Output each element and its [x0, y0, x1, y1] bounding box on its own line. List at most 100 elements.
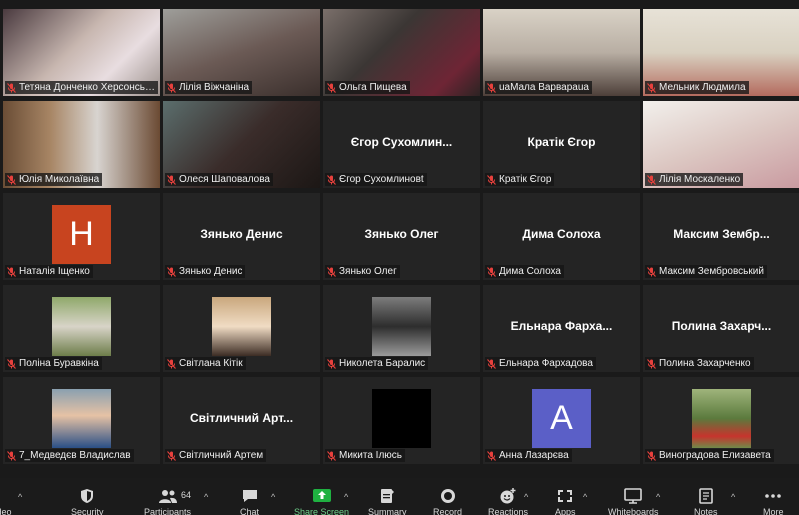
participant-display-name: Максим Зембр...	[673, 227, 770, 241]
participant-name-tag: Зянько Денис	[165, 265, 246, 278]
participant-tile[interactable]: H Наталія Іщенко	[3, 193, 160, 280]
participant-name-tag: Світлана Кітік	[165, 357, 246, 370]
participant-name: Анна Лазарєва	[499, 450, 569, 461]
muted-mic-icon	[167, 450, 176, 461]
participant-name-tag: Мельник Людмила	[645, 81, 749, 94]
reactions-button[interactable]: Reactions	[488, 488, 528, 515]
participant-tile[interactable]: Олеся Шаповалова	[163, 101, 320, 188]
participant-name: Юлія Миколаївна	[19, 174, 100, 185]
participant-tile[interactable]: Микита Ілюсь	[323, 377, 480, 464]
muted-mic-icon	[7, 450, 16, 461]
reactions-caret-icon[interactable]: ^	[524, 492, 528, 502]
apps-button[interactable]: Apps	[555, 488, 576, 515]
participant-tile[interactable]: A Анна Лазарєва	[483, 377, 640, 464]
muted-mic-icon	[487, 174, 496, 185]
avatar	[212, 297, 271, 356]
participant-tile[interactable]: Єгор Сухомлин... Єгор Сухомлиновt	[323, 101, 480, 188]
participant-display-name: Зянько Денис	[200, 227, 283, 241]
video-label: ideo	[0, 507, 12, 515]
participants-count: 64	[181, 490, 192, 500]
participant-name-tag: Лілія Москаленко	[645, 173, 744, 186]
participant-tile[interactable]: 7_Медведєв Владислав	[3, 377, 160, 464]
participant-tile[interactable]: Дима Солоха Дима Солоха	[483, 193, 640, 280]
participant-name: Світличний Артем	[179, 450, 264, 461]
participant-name: Микита Ілюсь	[339, 450, 403, 461]
whiteboards-label: Whiteboards	[608, 507, 659, 515]
whiteboards-caret-icon[interactable]: ^	[656, 492, 660, 502]
participant-name-tag: Олеся Шаповалова	[165, 173, 273, 186]
participant-name: Полина Захарченко	[659, 358, 751, 369]
muted-mic-icon	[647, 174, 656, 185]
participant-name: 7_Медведєв Владислав	[19, 450, 131, 461]
participant-tile[interactable]: Лілія Віжчаніна	[163, 9, 320, 96]
chat-icon	[242, 490, 257, 502]
video-button[interactable]: ideo	[0, 488, 12, 515]
muted-mic-icon	[167, 358, 176, 369]
participant-name-tag: Дима Солоха	[485, 265, 564, 278]
muted-mic-icon	[167, 174, 176, 185]
participant-name: Олеся Шаповалова	[179, 174, 270, 185]
notes-caret-icon[interactable]: ^	[731, 492, 735, 502]
participant-name: Зянько Денис	[179, 266, 243, 277]
more-button[interactable]: More	[763, 488, 784, 515]
record-icon	[440, 489, 455, 503]
participant-name: Лілія Москаленко	[659, 174, 741, 185]
participant-tile[interactable]: Максим Зембр... Максим Зембровський	[643, 193, 799, 280]
summary-label: Summary	[368, 507, 407, 515]
participant-name-tag: Анна Лазарєва	[485, 449, 572, 462]
avatar-letter: H	[52, 205, 111, 264]
participant-tile[interactable]: Лілія Москаленко	[643, 101, 799, 188]
chat-button[interactable]: Chat	[240, 488, 259, 515]
participant-tile[interactable]: Світлана Кітік	[163, 285, 320, 372]
participant-tile[interactable]: Тетяна Донченко Херсонська ...	[3, 9, 160, 96]
notes-button[interactable]: Notes	[694, 488, 718, 515]
share-screen-button[interactable]: Share Screen	[294, 488, 349, 515]
participant-tile[interactable]: Світличний Арт... Світличний Артем	[163, 377, 320, 464]
muted-mic-icon	[327, 266, 336, 277]
participant-tile[interactable]: uaMaла Варвараua	[483, 9, 640, 96]
participant-name: Ольга Пищева	[339, 82, 407, 93]
participant-tile[interactable]: Николета Баралис	[323, 285, 480, 372]
chat-caret-icon[interactable]: ^	[271, 492, 275, 502]
video-caret-icon[interactable]: ^	[18, 492, 22, 502]
participants-icon	[158, 490, 177, 503]
participant-tile[interactable]: Поліна Буравкіна	[3, 285, 160, 372]
participant-name-tag: Лілія Віжчаніна	[165, 81, 253, 94]
security-button[interactable]: Security	[71, 488, 104, 515]
participant-name: Поліна Буравкіна	[19, 358, 99, 369]
participant-tile[interactable]: Ольга Пищева	[323, 9, 480, 96]
share-caret-icon[interactable]: ^	[344, 492, 348, 502]
participants-label: Participants	[144, 507, 192, 515]
participant-name: Дима Солоха	[499, 266, 561, 277]
meeting-toolbar: ideo ^ Security Participants 64 ^ Chat ^…	[0, 478, 799, 515]
participant-tile[interactable]: Мельник Людмила	[643, 9, 799, 96]
apps-caret-icon[interactable]: ^	[583, 492, 587, 502]
muted-mic-icon	[167, 266, 176, 277]
participant-tile[interactable]: Полина Захарч... Полина Захарченко	[643, 285, 799, 372]
participant-tile[interactable]: Кратік Єгор Кратік Єгор	[483, 101, 640, 188]
participant-name-tag: Кратік Єгор	[485, 173, 555, 186]
participant-tile[interactable]: Зянько Денис Зянько Денис	[163, 193, 320, 280]
muted-mic-icon	[7, 266, 16, 277]
avatar	[372, 389, 431, 448]
record-button[interactable]: Record	[433, 488, 462, 515]
notes-label: Notes	[694, 507, 718, 515]
participant-name-tag: Єгор Сухомлиновt	[325, 173, 427, 186]
participant-name-tag: Микита Ілюсь	[325, 449, 406, 462]
participant-display-name: Ельнара Фарха...	[510, 319, 613, 333]
muted-mic-icon	[647, 358, 656, 369]
avatar	[372, 297, 431, 356]
participant-tile[interactable]: Юлія Миколаївна	[3, 101, 160, 188]
participant-tile[interactable]: Зянько Олег Зянько Олег	[323, 193, 480, 280]
video-icon	[0, 488, 12, 504]
participant-name: Єгор Сухомлиновt	[339, 174, 424, 185]
share-screen-icon	[312, 489, 331, 502]
participants-caret-icon[interactable]: ^	[204, 492, 208, 502]
participant-tile[interactable]: Ельнара Фарха... Ельнара Фархадова	[483, 285, 640, 372]
muted-mic-icon	[487, 358, 496, 369]
participant-name-tag: Николета Баралис	[325, 357, 429, 370]
more-icon	[765, 494, 782, 498]
whiteboards-button[interactable]: Whiteboards	[608, 488, 659, 515]
participant-tile[interactable]: Виноградова Елизавета	[643, 377, 799, 464]
summary-button[interactable]: Summary	[368, 488, 407, 515]
